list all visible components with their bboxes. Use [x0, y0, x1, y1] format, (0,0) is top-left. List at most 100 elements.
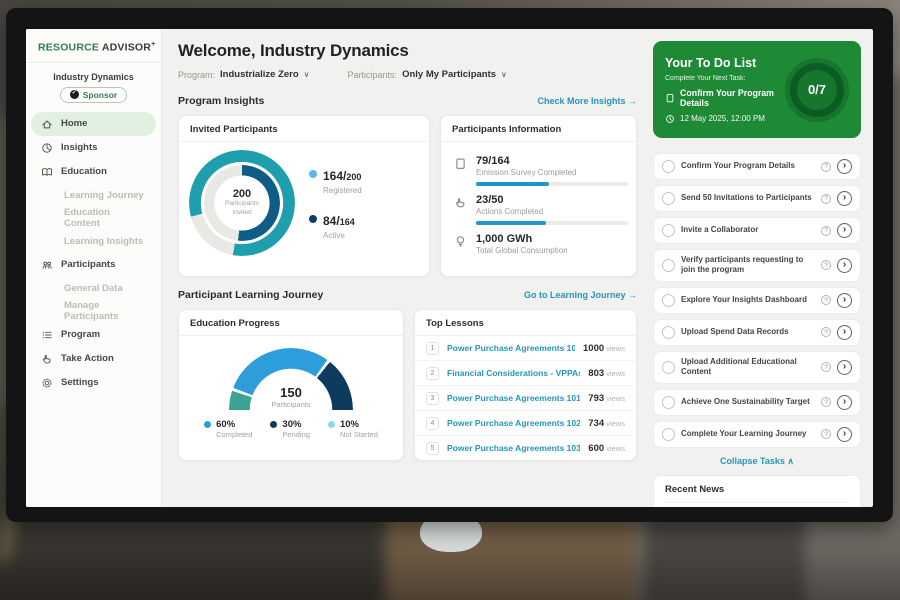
chevron-right-icon[interactable]: › — [837, 395, 852, 410]
lesson-title-link[interactable]: Power Purchase Agreements 101 — [447, 343, 575, 353]
sidebar-item-label: Learning Journey — [64, 190, 144, 201]
lesson-title-link[interactable]: Financial Considerations - VPPAs — [447, 368, 580, 378]
participants-dropdown[interactable]: Participants: Only My Participants ∨ — [348, 69, 507, 80]
stat-label: Total Global Consumption — [476, 246, 568, 255]
pending-value: 30% — [282, 419, 310, 430]
help-icon[interactable]: ? — [821, 260, 831, 270]
help-icon[interactable]: ? — [821, 194, 831, 204]
task-row-upload-educational-content[interactable]: Upload Additional Educational Content ? … — [653, 351, 861, 384]
active-label: Active — [323, 231, 355, 240]
task-checkbox[interactable] — [662, 361, 675, 374]
sidebar-item-label: Education Content — [64, 207, 146, 229]
task-label: Invite a Collaborator — [681, 225, 815, 235]
chevron-down-icon: ∨ — [501, 70, 507, 79]
check-more-insights-link[interactable]: Check More Insights → — [537, 96, 637, 106]
chevron-right-icon[interactable]: › — [837, 360, 852, 375]
task-checkbox[interactable] — [662, 428, 675, 441]
task-checkbox[interactable] — [662, 294, 675, 307]
task-checkbox[interactable] — [662, 192, 675, 205]
program-dropdown[interactable]: Program: Industrialize Zero ∨ — [178, 69, 310, 80]
help-icon[interactable]: ? — [821, 226, 831, 236]
chevron-right-icon[interactable]: › — [837, 223, 852, 238]
todo-progress-ring: 0/7 — [790, 63, 844, 117]
sidebar-item-label: Insights — [61, 142, 97, 153]
sidebar-item-program[interactable]: Program — [31, 323, 156, 347]
sidebar-item-participants[interactable]: Participants — [31, 253, 156, 277]
actions-progress-bar — [476, 221, 628, 225]
actions-progress-fill — [476, 221, 546, 225]
sidebar-item-learning-insights[interactable]: Learning Insights — [31, 230, 156, 253]
chevron-right-icon[interactable]: › — [837, 293, 852, 308]
task-row-verify-participants[interactable]: Verify participants requesting to join t… — [653, 249, 861, 282]
program-dropdown-label: Program: — [178, 70, 215, 80]
todo-progress-ring-outer: 0/7 — [785, 58, 849, 122]
task-row-achieve-target[interactable]: Achieve One Sustainability Target ? › — [653, 389, 861, 416]
lesson-title-link[interactable]: Power Purchase Agreements 101 — [447, 393, 580, 403]
gear-icon — [41, 377, 53, 389]
sidebar-item-insights[interactable]: Insights — [31, 136, 156, 160]
task-row-invite-collaborator[interactable]: Invite a Collaborator ? › — [653, 217, 861, 244]
task-checkbox[interactable] — [662, 326, 675, 339]
completed-label: Completed — [216, 430, 252, 439]
invited-donut-chart: 200 Participants Invited — [189, 150, 295, 256]
go-to-learning-journey-link[interactable]: Go to Learning Journey → — [524, 290, 637, 300]
sidebar-item-home[interactable]: Home — [31, 112, 156, 136]
chevron-right-icon[interactable]: › — [837, 191, 852, 206]
sponsor-check-icon — [70, 90, 79, 99]
sidebar-item-settings[interactable]: Settings — [31, 371, 156, 395]
help-icon[interactable]: ? — [821, 429, 831, 439]
sidebar-item-take-action[interactable]: Take Action — [31, 347, 156, 371]
todo-panel: Your To Do List Complete Your Next Task:… — [647, 29, 873, 507]
task-row-complete-learning-journey[interactable]: Complete Your Learning Journey ? › — [653, 421, 861, 448]
clipboard-icon — [454, 157, 467, 170]
organization-name: Industry Dynamics — [26, 72, 161, 82]
stat-value: 23/50 — [476, 194, 628, 206]
insights-cards-row: Invited Participants 200 Participants In… — [178, 115, 637, 277]
task-checkbox[interactable] — [662, 224, 675, 237]
lesson-title-link[interactable]: Power Purchase Agreements 102 — [447, 418, 580, 428]
task-row-confirm-program[interactable]: Confirm Your Program Details ? › — [653, 153, 861, 180]
help-icon[interactable]: ? — [821, 295, 831, 305]
actions-completed-stat: 23/50 Actions Completed — [454, 194, 623, 225]
lesson-title-link[interactable]: Power Purchase Agreements 103 — [447, 443, 580, 453]
learning-journey-header: Participant Learning Journey Go to Learn… — [178, 289, 637, 301]
donut-center-value: 200 — [233, 188, 251, 200]
lesson-views-count: 793 — [588, 393, 604, 404]
sidebar-item-label: Take Action — [61, 353, 114, 364]
lesson-rank: 2 — [426, 367, 439, 380]
chevron-right-icon[interactable]: › — [837, 427, 852, 442]
help-icon[interactable]: ? — [821, 162, 831, 172]
sidebar-item-education-content[interactable]: Education Content — [31, 207, 156, 230]
donut-center: 200 Participants Invited — [216, 177, 268, 229]
brand-logo[interactable]: RESOURCE ADVISOR+ — [26, 39, 161, 63]
chevron-right-icon[interactable]: › — [837, 159, 852, 174]
task-row-send-invitations[interactable]: Send 50 Invitations to Participants ? › — [653, 185, 861, 212]
lesson-row: 5 Power Purchase Agreements 103 600 view… — [415, 436, 636, 460]
sidebar-item-learning-journey[interactable]: Learning Journey — [31, 184, 156, 207]
task-label: Confirm Your Program Details — [681, 161, 815, 171]
help-icon[interactable]: ? — [821, 397, 831, 407]
help-icon[interactable]: ? — [821, 362, 831, 372]
task-checkbox[interactable] — [662, 160, 675, 173]
sidebar-item-general-data[interactable]: General Data — [31, 277, 156, 300]
sidebar-item-manage-participants[interactable]: Manage Participants — [31, 300, 156, 323]
task-checkbox[interactable] — [662, 259, 675, 272]
task-row-explore-insights[interactable]: Explore Your Insights Dashboard ? › — [653, 287, 861, 314]
stat-value: 1,000 GWh — [476, 233, 568, 245]
collapse-tasks-link[interactable]: Collapse Tasks ∧ — [653, 456, 861, 467]
todo-datetime: 12 May 2025, 12:00 PM — [680, 114, 765, 123]
lesson-row: 1 Power Purchase Agreements 101 1000 vie… — [415, 336, 636, 361]
chevron-down-icon: ∨ — [304, 70, 310, 79]
sidebar-item-education[interactable]: Education — [31, 160, 156, 184]
gauge-legend: 60% Completed 30% Pending — [204, 419, 378, 439]
chevron-right-icon[interactable]: › — [837, 325, 852, 340]
completed-value: 60% — [216, 419, 252, 430]
task-row-upload-spend-data[interactable]: Upload Spend Data Records ? › — [653, 319, 861, 346]
help-icon[interactable]: ? — [821, 327, 831, 337]
sidebar-item-label: General Data — [64, 283, 123, 294]
chevron-right-icon[interactable]: › — [837, 258, 852, 273]
clock-icon — [665, 114, 675, 124]
brand-plus: + — [151, 41, 155, 48]
task-checkbox[interactable] — [662, 396, 675, 409]
program-dropdown-value: Industrialize Zero — [220, 69, 299, 80]
